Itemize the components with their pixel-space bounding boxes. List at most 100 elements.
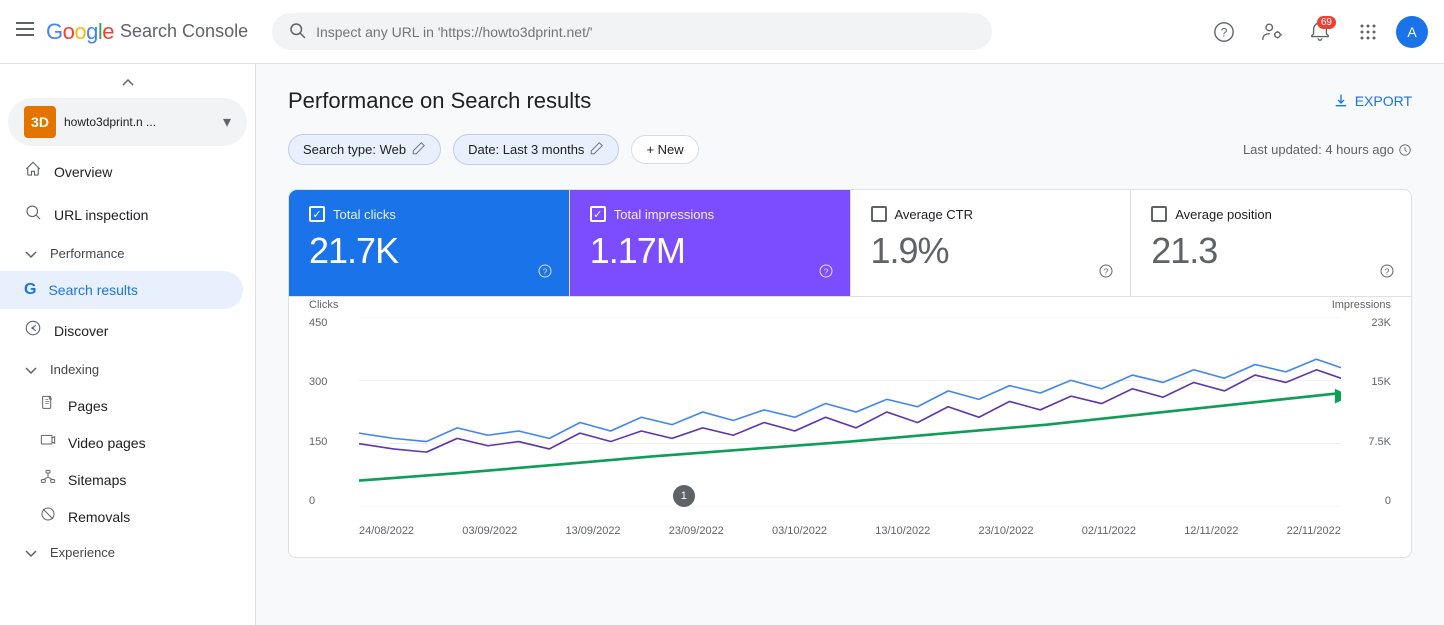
x-label-0: 24/08/2022 [359, 525, 414, 537]
ctr-help-icon[interactable]: ? [1098, 263, 1114, 284]
section-experience[interactable]: Experience [0, 535, 255, 570]
x-label-8: 12/11/2022 [1184, 525, 1238, 537]
clicks-value: 21.7K [309, 230, 549, 272]
sidebar-item-discover[interactable]: Discover [0, 309, 243, 352]
video-pages-icon [40, 432, 56, 453]
search-icon [288, 21, 306, 42]
ctr-value: 1.9% [871, 230, 1111, 272]
x-label-5: 13/10/2022 [875, 525, 930, 537]
section-experience-label: Experience [50, 545, 115, 560]
export-label: EXPORT [1355, 93, 1412, 109]
discover-label: Discover [54, 323, 108, 339]
filter-bar: Search type: Web Date: Last 3 months + N… [288, 134, 1412, 165]
date-label: Date: Last 3 months [468, 142, 584, 157]
ctr-checkbox[interactable] [871, 206, 887, 222]
svg-text:?: ? [542, 266, 547, 276]
y-right-3: 0 [1341, 495, 1391, 507]
x-label-1: 03/09/2022 [462, 525, 517, 537]
url-inspection-label: URL inspection [54, 207, 148, 223]
metric-total-impressions[interactable]: Total impressions 1.17M ? [570, 190, 851, 296]
x-label-4: 03/10/2022 [772, 525, 827, 537]
y-right-0: 23K [1341, 317, 1391, 329]
clicks-checkbox[interactable] [309, 206, 325, 222]
logo: Google Search Console [46, 19, 248, 45]
svg-text:?: ? [823, 266, 828, 276]
date-filter[interactable]: Date: Last 3 months [453, 134, 619, 165]
sidebar-item-overview[interactable]: Overview [0, 150, 243, 193]
search-type-label: Search type: Web [303, 142, 406, 157]
help-button[interactable]: ? [1204, 12, 1244, 52]
sidebar-item-removals[interactable]: Removals [0, 498, 243, 535]
new-filter-button[interactable]: + New [631, 135, 698, 164]
header-actions: ? 69 A [1204, 12, 1428, 52]
metric-average-position[interactable]: Average position 21.3 ? [1131, 190, 1411, 296]
section-performance-label: Performance [50, 246, 124, 261]
y-left-2: 150 [309, 436, 359, 448]
position-label: Average position [1175, 207, 1272, 222]
sidebar-item-url-inspection[interactable]: URL inspection [0, 193, 243, 236]
y-left-0: 450 [309, 317, 359, 329]
section-indexing[interactable]: Indexing [0, 352, 255, 387]
sidebar-item-sitemaps[interactable]: Sitemaps [0, 461, 243, 498]
clicks-label: Total clicks [333, 207, 396, 222]
new-filter-label: + New [646, 142, 683, 157]
notifications-badge: 69 [1317, 16, 1336, 29]
position-checkbox[interactable] [1151, 206, 1167, 222]
x-label-2: 13/09/2022 [566, 525, 621, 537]
svg-text:?: ? [1385, 266, 1390, 276]
url-search-input[interactable] [316, 24, 976, 40]
removals-icon [40, 506, 56, 527]
impressions-help-icon[interactable]: ? [818, 263, 834, 284]
impressions-label: Total impressions [614, 207, 714, 222]
search-type-filter[interactable]: Search type: Web [288, 134, 441, 165]
metric-total-clicks[interactable]: Total clicks 21.7K ? [289, 190, 570, 296]
metrics-row: Total clicks 21.7K ? Total impressions [289, 190, 1411, 296]
x-label-3: 23/09/2022 [669, 525, 724, 537]
chart-y-right-labels: 23K 15K 7.5K 0 [1341, 317, 1391, 507]
manage-accounts-button[interactable] [1252, 12, 1292, 52]
impressions-value: 1.17M [590, 230, 830, 272]
home-icon [24, 160, 42, 183]
property-selector[interactable]: 3D howto3dprint.n ... ▾ [8, 98, 247, 146]
chart-marker-label: 1 [681, 490, 687, 502]
y-right-1: 15K [1341, 376, 1391, 388]
notifications-button[interactable]: 69 [1300, 12, 1340, 52]
url-inspection-icon [24, 203, 42, 226]
chart-axis-left-label: Clicks [309, 299, 338, 311]
chart-area: Clicks Impressions 450 300 150 0 23K 15K… [309, 317, 1391, 537]
position-value: 21.3 [1151, 230, 1391, 272]
chart-axis-right-label: Impressions [1332, 299, 1391, 311]
page-title: Performance on Search results [288, 88, 591, 114]
avatar[interactable]: A [1396, 16, 1428, 48]
sitemaps-label: Sitemaps [68, 472, 126, 488]
position-help-icon[interactable]: ? [1379, 263, 1395, 284]
metric-average-ctr[interactable]: Average CTR 1.9% ? [851, 190, 1132, 296]
svg-text:?: ? [1104, 266, 1109, 276]
discover-icon [24, 319, 42, 342]
overview-label: Overview [54, 164, 112, 180]
x-label-9: 22/11/2022 [1287, 525, 1341, 537]
y-left-3: 0 [309, 495, 359, 507]
sidebar: 3D howto3dprint.n ... ▾ Overview URL ins… [0, 64, 256, 625]
chart-marker[interactable]: 1 [673, 485, 695, 507]
y-right-2: 7.5K [1341, 436, 1391, 448]
removals-label: Removals [68, 509, 130, 525]
sidebar-item-search-results[interactable]: G Search results [0, 271, 243, 309]
sidebar-scroll-up[interactable] [0, 72, 255, 94]
url-search-bar[interactable] [272, 13, 992, 50]
layout: 3D howto3dprint.n ... ▾ Overview URL ins… [0, 64, 1444, 625]
section-performance[interactable]: Performance [0, 236, 255, 271]
impressions-checkbox[interactable] [590, 206, 606, 222]
sidebar-item-video-pages[interactable]: Video pages [0, 424, 243, 461]
clicks-help-icon[interactable]: ? [537, 263, 553, 284]
menu-icon[interactable] [16, 20, 34, 44]
sidebar-item-pages[interactable]: Pages [0, 387, 243, 424]
export-button[interactable]: EXPORT [1333, 93, 1412, 109]
pages-icon [40, 395, 56, 416]
last-updated-text: Last updated: 4 hours ago [1243, 142, 1394, 157]
apps-button[interactable] [1348, 12, 1388, 52]
main-content: Performance on Search results EXPORT Sea… [256, 64, 1444, 625]
x-label-7: 02/11/2022 [1082, 525, 1136, 537]
last-updated: Last updated: 4 hours ago [1243, 142, 1412, 157]
video-pages-label: Video pages [68, 435, 146, 451]
